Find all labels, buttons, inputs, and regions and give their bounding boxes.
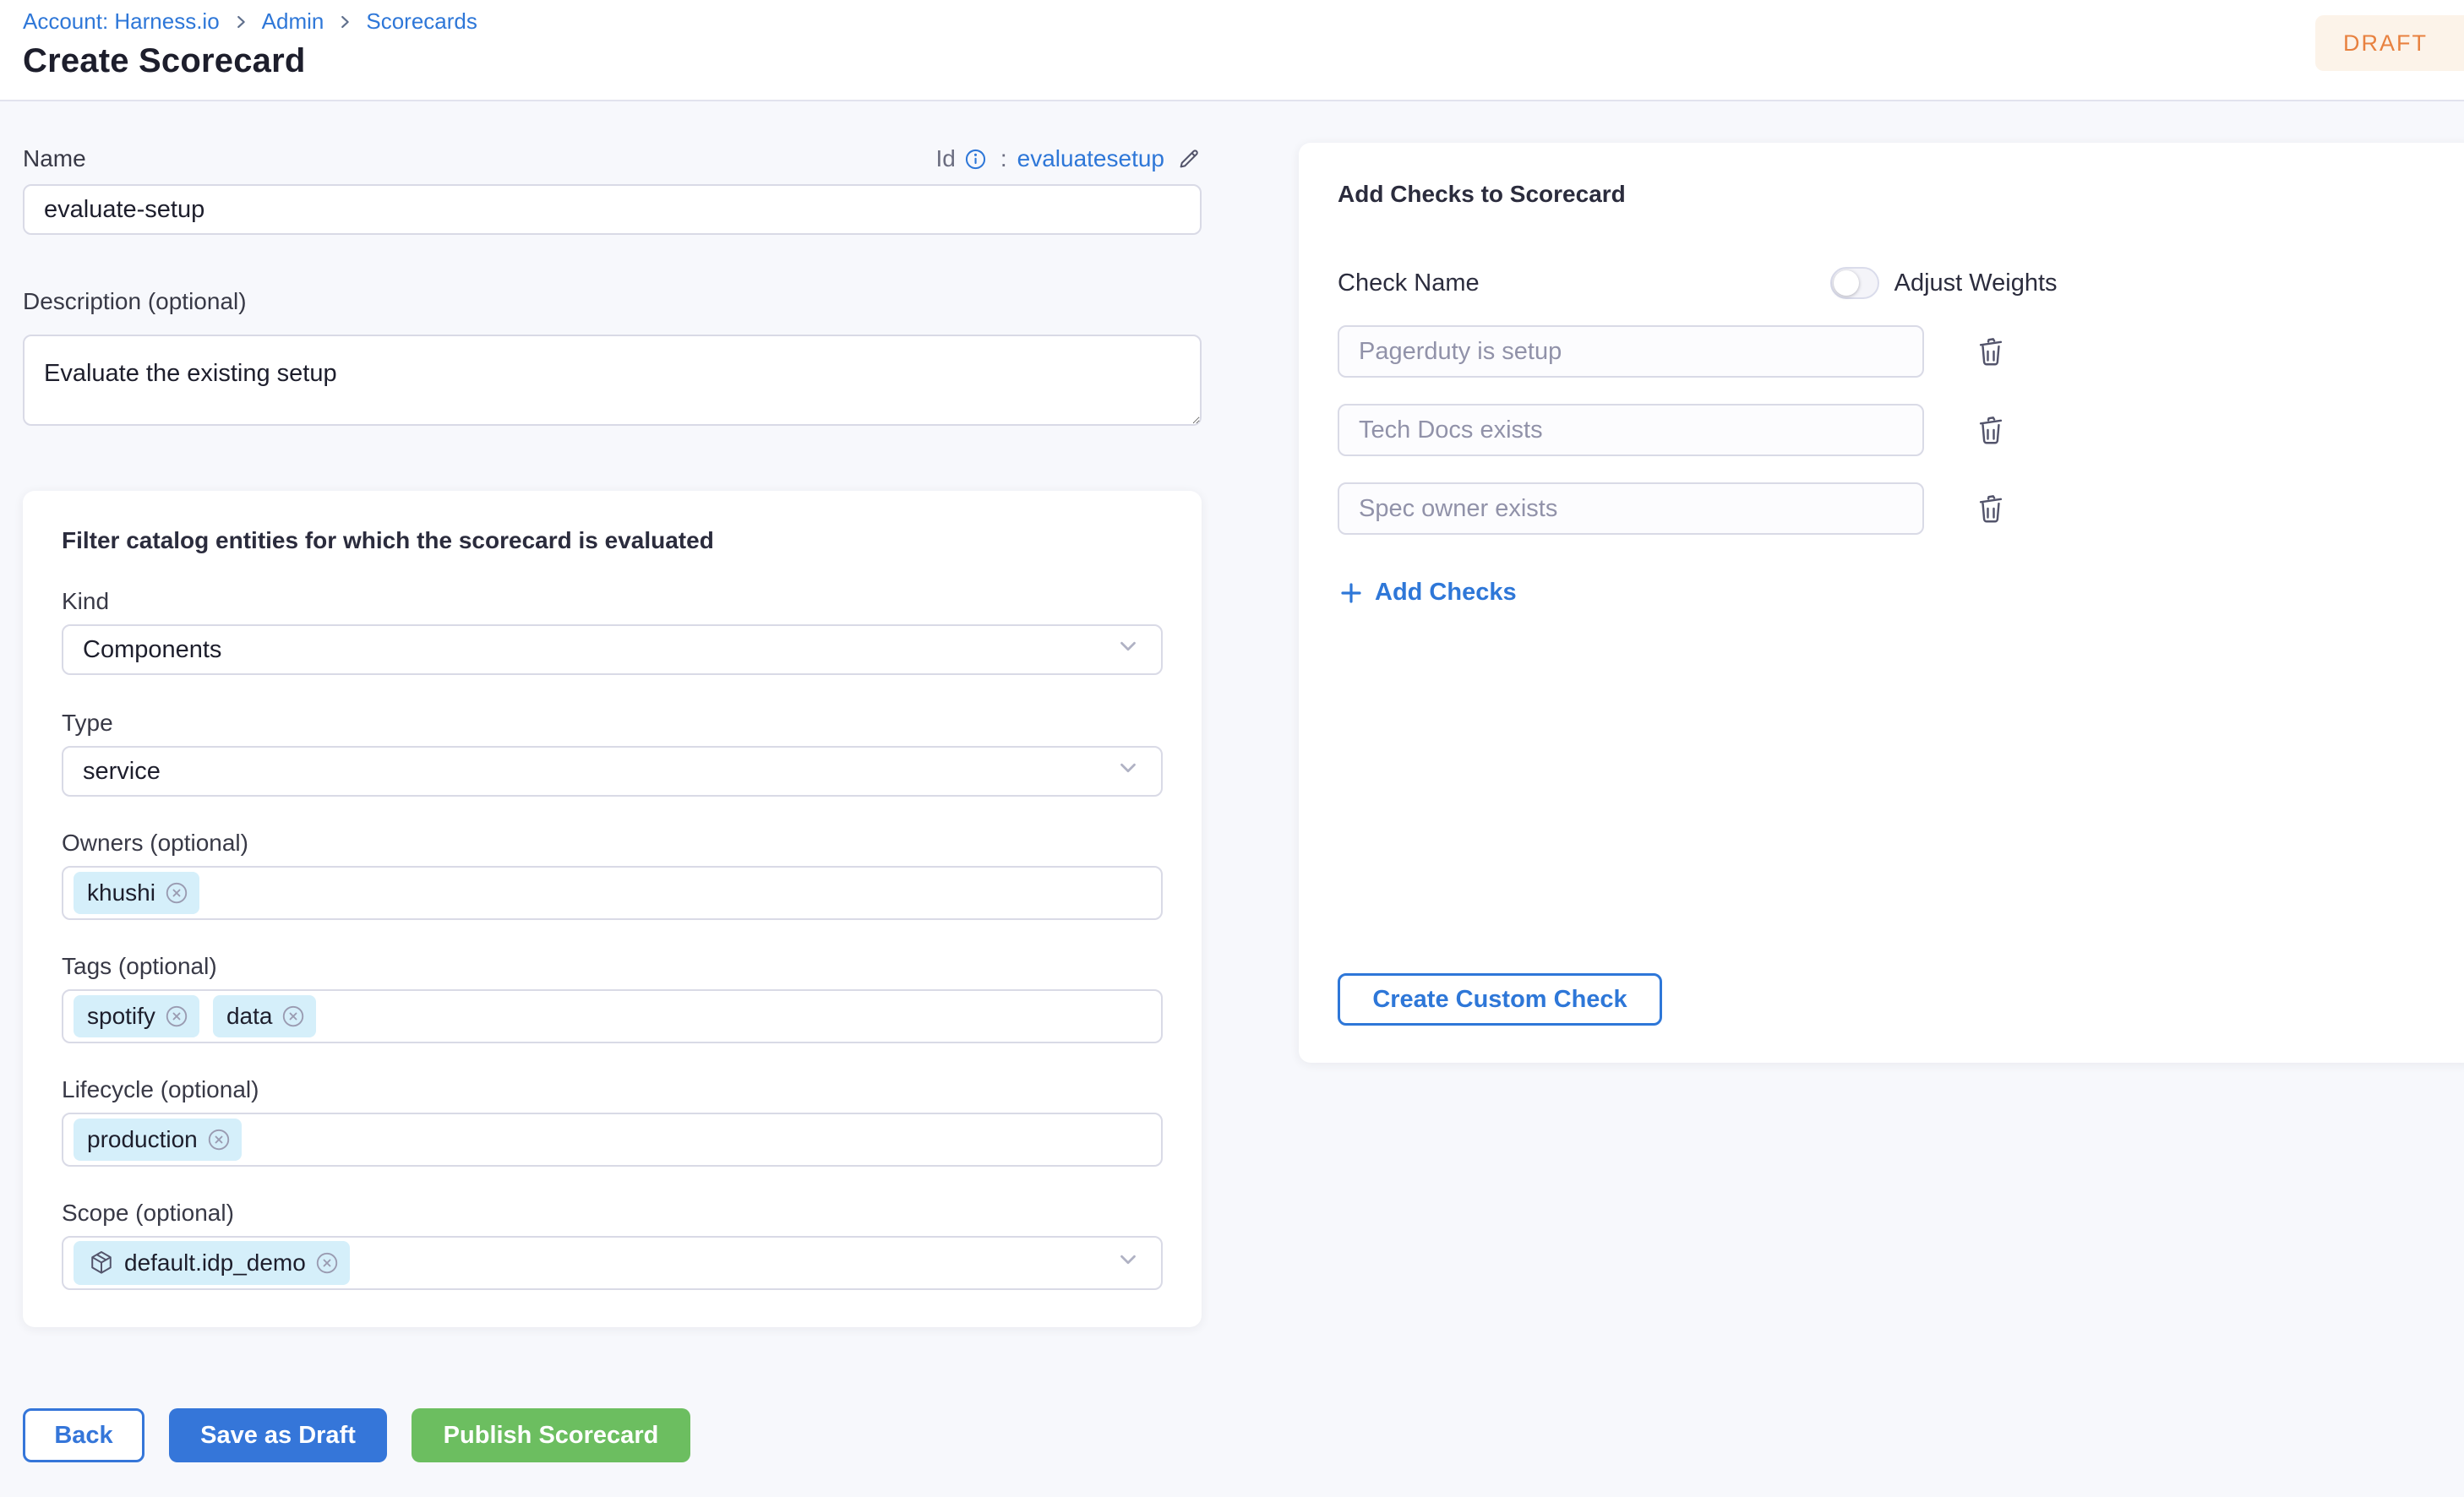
remove-icon[interactable] [164,1004,189,1029]
owner-chip-label: khushi [87,879,155,906]
check-input[interactable]: Pagerduty is setup [1338,325,1924,378]
plus-icon [1338,580,1365,607]
check-row: Pagerduty is setup [1338,325,2009,378]
description-textarea[interactable] [23,335,1202,426]
chevron-right-icon [335,13,354,31]
description-label: Description (optional) [23,288,247,314]
breadcrumb-scorecards[interactable]: Scorecards [366,8,477,35]
tag-chip-label: spotify [87,1003,155,1029]
owners-label: Owners (optional) [62,830,248,856]
add-checks-link[interactable]: Add Checks [1338,579,1517,607]
kind-select[interactable]: Components [62,624,1163,675]
add-checks-label: Add Checks [1375,579,1517,606]
type-select[interactable]: service [62,746,1163,797]
chevron-down-icon [1115,634,1141,666]
check-row: Tech Docs exists [1338,404,2009,456]
scope-select[interactable]: default.idp_demo [62,1236,1163,1290]
check-input[interactable]: Tech Docs exists [1338,404,1924,456]
back-button[interactable]: Back [23,1408,144,1462]
status-badge: DRAFT [2315,15,2464,71]
chevron-down-icon [1115,1247,1141,1279]
edit-icon[interactable] [1176,146,1202,171]
remove-icon[interactable] [164,880,189,906]
cube-icon [87,1249,116,1277]
breadcrumb: Account: Harness.io Admin Scorecards [23,8,2464,35]
chevron-down-icon [1115,755,1141,787]
lifecycle-chip: production [74,1119,242,1161]
save-as-draft-button[interactable]: Save as Draft [169,1408,387,1462]
tags-label: Tags (optional) [62,953,217,979]
tag-chip-label: data [226,1003,273,1029]
owners-input[interactable]: khushi [62,866,1163,920]
tags-input[interactable]: spotify data [62,989,1163,1043]
filter-card: Filter catalog entities for which the sc… [23,491,1202,1327]
trash-icon[interactable] [1973,334,2009,369]
checks-heading: Add Checks to Scorecard [1338,181,1626,207]
kind-select-value: Components [83,635,222,663]
create-custom-check-button[interactable]: Create Custom Check [1338,973,1662,1026]
filter-heading: Filter catalog entities for which the sc… [62,527,714,553]
adjust-weights-toggle[interactable] [1829,267,1879,299]
checks-panel: Add Checks to Scorecard Check Name Adjus… [1299,101,2464,1063]
check-input-value: Pagerduty is setup [1359,337,1562,365]
trash-icon[interactable] [1973,412,2009,448]
entity-id-value[interactable]: evaluatesetup [1017,145,1164,172]
adjust-weights-label: Adjust Weights [1894,269,2058,297]
name-label: Name [23,145,86,171]
toggle-knob [1833,270,1859,296]
id-separator: : [1000,145,1007,171]
scope-label: Scope (optional) [62,1200,234,1226]
publish-scorecard-button[interactable]: Publish Scorecard [412,1408,690,1462]
checks-card: Add Checks to Scorecard Check Name Adjus… [1299,143,2464,1063]
kind-label: Kind [62,588,110,614]
tag-chip: data [212,995,317,1037]
id-label: Id [935,145,956,171]
main-content: Name Id : evaluatesetup Description (opt… [0,101,2464,1462]
check-name-row: Check Name Adjust Weights [1338,264,2058,302]
scope-chip: default.idp_demo [74,1241,350,1285]
trash-icon[interactable] [1973,491,2009,526]
name-input[interactable] [23,184,1202,235]
type-select-value: service [83,757,161,785]
check-input-value: Spec owner exists [1359,494,1558,522]
lifecycle-label: Lifecycle (optional) [62,1076,259,1102]
footer-actions: Back Save as Draft Publish Scorecard [23,1408,1202,1462]
chevron-right-icon [232,13,250,31]
breadcrumb-account[interactable]: Account: Harness.io [23,8,220,35]
lifecycle-input[interactable]: production [62,1113,1163,1167]
page-header: Account: Harness.io Admin Scorecards Cre… [0,0,2464,101]
breadcrumb-admin[interactable]: Admin [262,8,324,35]
info-icon[interactable] [964,148,987,171]
scorecard-form: Name Id : evaluatesetup Description (opt… [23,101,1202,1462]
owner-chip: khushi [74,872,199,914]
page-title: Create Scorecard [23,42,306,79]
entity-id-row: Id : evaluatesetup [936,145,1202,172]
check-name-label: Check Name [1338,269,1480,297]
check-input[interactable]: Spec owner exists [1338,482,1924,535]
check-input-value: Tech Docs exists [1359,416,1543,444]
type-label: Type [62,710,113,736]
tag-chip: spotify [74,995,199,1037]
remove-icon[interactable] [314,1250,340,1276]
remove-icon[interactable] [206,1127,232,1152]
lifecycle-chip-label: production [87,1126,198,1152]
check-row: Spec owner exists [1338,482,2009,535]
scope-chip-label: default.idp_demo [124,1249,306,1276]
remove-icon[interactable] [281,1004,306,1029]
